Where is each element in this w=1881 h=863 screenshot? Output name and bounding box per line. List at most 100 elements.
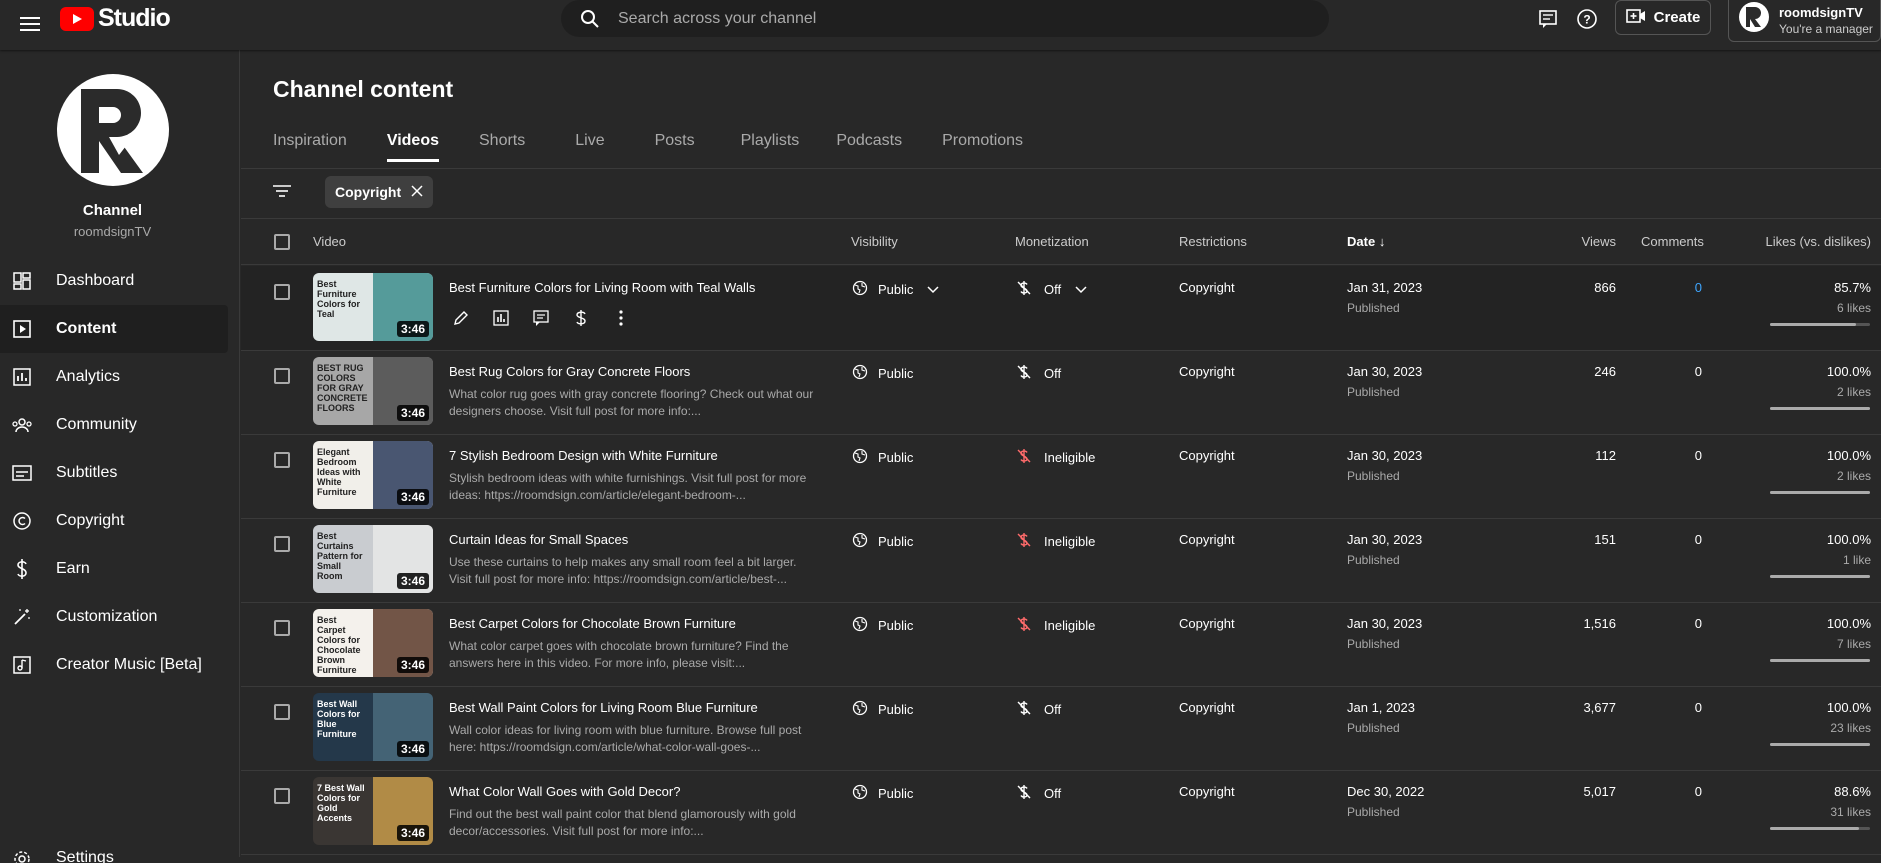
monetization-off-icon: [1016, 280, 1032, 299]
feedback-icon[interactable]: [1534, 5, 1562, 33]
chevron-down-icon[interactable]: [1075, 282, 1087, 297]
tab-shorts[interactable]: Shorts: [479, 122, 525, 168]
filter-chip-copyright[interactable]: Copyright: [325, 176, 434, 208]
gear-icon: [10, 847, 34, 863]
tab-live[interactable]: Live: [575, 122, 604, 168]
sidebar-item-earn[interactable]: Earn: [0, 545, 228, 593]
video-thumbnail[interactable]: Elegant Bedroom Ideas with White Furnitu…: [313, 441, 433, 509]
sidebar-item-settings[interactable]: Settings: [0, 833, 228, 863]
likes-ratio-bar: [1770, 743, 1870, 746]
account-switcher[interactable]: roomdsignTV You're a manager: [1728, 0, 1881, 42]
likes-ratio-bar: [1770, 491, 1870, 494]
tab-posts[interactable]: Posts: [655, 122, 695, 168]
comments-value[interactable]: 0: [1641, 280, 1702, 295]
tab-promotions[interactable]: Promotions: [942, 122, 1023, 168]
select-all-checkbox[interactable]: [274, 234, 290, 250]
comments-icon[interactable]: [529, 306, 553, 330]
row-checkbox[interactable]: [274, 452, 290, 468]
video-title[interactable]: Curtain Ideas for Small Spaces: [449, 532, 628, 547]
sidebar-item-dashboard[interactable]: Dashboard: [0, 257, 228, 305]
sidebar-item-content[interactable]: Content: [0, 305, 228, 353]
monetization-control[interactable]: Off: [1016, 280, 1087, 299]
row-checkbox[interactable]: [274, 620, 290, 636]
tab-podcasts[interactable]: Podcasts: [836, 122, 902, 168]
channel-title: Channel: [82, 202, 143, 219]
table-row[interactable]: Best Carpet Colors for Chocolate Brown F…: [241, 602, 1881, 687]
video-title[interactable]: Best Furniture Colors for Living Room wi…: [449, 280, 755, 295]
column-visibility[interactable]: Visibility: [851, 234, 898, 249]
more-options-icon[interactable]: [609, 306, 633, 330]
sidebar-item-analytics[interactable]: Analytics: [0, 353, 228, 401]
column-comments[interactable]: Comments: [1641, 234, 1704, 249]
sidebar-item-community[interactable]: Community: [0, 401, 228, 449]
sidebar-item-label: Analytics: [56, 368, 121, 385]
sidebar-item-subtitles[interactable]: Subtitles: [0, 449, 228, 497]
video-title[interactable]: Best Carpet Colors for Chocolate Brown F…: [449, 616, 736, 631]
video-duration: 3:46: [396, 657, 429, 673]
video-thumbnail[interactable]: Best Carpet Colors for Chocolate Brown F…: [313, 609, 433, 677]
create-button[interactable]: Create: [1615, 0, 1711, 35]
column-monetization[interactable]: Monetization: [1015, 234, 1089, 249]
column-date-label: Date: [1347, 234, 1376, 249]
video-title[interactable]: Best Rug Colors for Gray Concrete Floors: [449, 364, 690, 379]
filter-icon[interactable]: [269, 178, 295, 204]
dollar-icon[interactable]: [569, 306, 593, 330]
dollar-icon: [10, 557, 34, 581]
sidebar-item-copyright[interactable]: Copyright: [0, 497, 228, 545]
table-row[interactable]: Elegant Bedroom Ideas with White Furnitu…: [241, 434, 1881, 519]
row-actions: [449, 306, 633, 330]
video-title[interactable]: What Color Wall Goes with Gold Decor?: [449, 784, 680, 799]
visibility-control[interactable]: Public: [852, 280, 939, 299]
tab-inspiration[interactable]: Inspiration: [273, 122, 347, 168]
help-icon[interactable]: ?: [1573, 5, 1601, 33]
top-header: Studio Search across your channel ? Crea…: [0, 0, 1881, 50]
video-thumbnail[interactable]: 7 Best Wall Colors for Gold Accents 3:46: [313, 777, 433, 845]
restrictions-value[interactable]: Copyright: [1179, 784, 1235, 799]
sort-down-arrow-icon: ↓: [1378, 234, 1386, 249]
video-thumbnail[interactable]: Best Wall Colors for Blue Furniture 3:46: [313, 693, 433, 761]
close-icon[interactable]: [411, 184, 423, 200]
search-bar[interactable]: Search across your channel: [561, 0, 1329, 37]
edit-pencil-icon[interactable]: [449, 306, 473, 330]
table-row[interactable]: BEST RUG COLORS FOR GRAY CONCRETE FLOORS…: [241, 350, 1881, 435]
row-checkbox[interactable]: [274, 284, 290, 300]
chevron-down-icon[interactable]: [927, 282, 939, 297]
row-checkbox[interactable]: [274, 704, 290, 720]
column-views[interactable]: Views: [1541, 234, 1616, 249]
row-checkbox[interactable]: [274, 788, 290, 804]
table-row[interactable]: 7 Best Wall Colors for Gold Accents 3:46…: [241, 770, 1881, 855]
comments-value: 0: [1694, 616, 1702, 631]
video-title[interactable]: Best Wall Paint Colors for Living Room B…: [449, 700, 758, 715]
sidebar-item-creator-music[interactable]: Creator Music [Beta]: [0, 641, 228, 689]
table-row[interactable]: Best Curtains Pattern for Small Room 3:4…: [241, 518, 1881, 603]
channel-avatar[interactable]: [57, 74, 169, 186]
row-checkbox[interactable]: [274, 536, 290, 552]
studio-logo[interactable]: Studio: [60, 4, 171, 33]
column-video: Video: [313, 234, 347, 249]
video-duration: 3:46: [396, 825, 429, 841]
restrictions-value[interactable]: Copyright: [1179, 616, 1235, 631]
column-date[interactable]: Date ↓: [1347, 234, 1385, 249]
tab-videos[interactable]: Videos: [386, 122, 440, 168]
restrictions-value[interactable]: Copyright: [1179, 532, 1235, 547]
restrictions-value[interactable]: Copyright: [1179, 364, 1235, 379]
restrictions-value[interactable]: Copyright: [1179, 700, 1235, 715]
hamburger-menu-icon[interactable]: [12, 6, 48, 42]
video-thumbnail[interactable]: BEST RUG COLORS FOR GRAY CONCRETE FLOORS…: [313, 357, 433, 425]
table-row[interactable]: Best Furniture Colors for Teal 3:46 Best…: [241, 266, 1881, 351]
row-checkbox[interactable]: [274, 368, 290, 384]
table-row[interactable]: Best Wall Colors for Blue Furniture 3:46…: [241, 686, 1881, 771]
restrictions-value[interactable]: Copyright: [1179, 280, 1235, 295]
views-value: 1,516: [1583, 616, 1616, 631]
video-thumbnail[interactable]: Best Curtains Pattern for Small Room 3:4…: [313, 525, 433, 593]
restrictions-value[interactable]: Copyright: [1179, 448, 1235, 463]
tab-playlists[interactable]: Playlists: [741, 122, 800, 168]
analytics-icon[interactable]: [489, 306, 513, 330]
video-description: Stylish bedroom ideas with white furnish…: [449, 471, 807, 502]
video-title[interactable]: 7 Stylish Bedroom Design with White Furn…: [449, 448, 718, 463]
video-thumbnail[interactable]: Best Furniture Colors for Teal 3:46: [313, 273, 433, 341]
search-input[interactable]: Search across your channel: [618, 10, 816, 28]
column-restrictions[interactable]: Restrictions: [1179, 234, 1247, 249]
column-likes[interactable]: Likes (vs. dislikes): [1721, 234, 1871, 249]
sidebar-item-customization[interactable]: Customization: [0, 593, 228, 641]
